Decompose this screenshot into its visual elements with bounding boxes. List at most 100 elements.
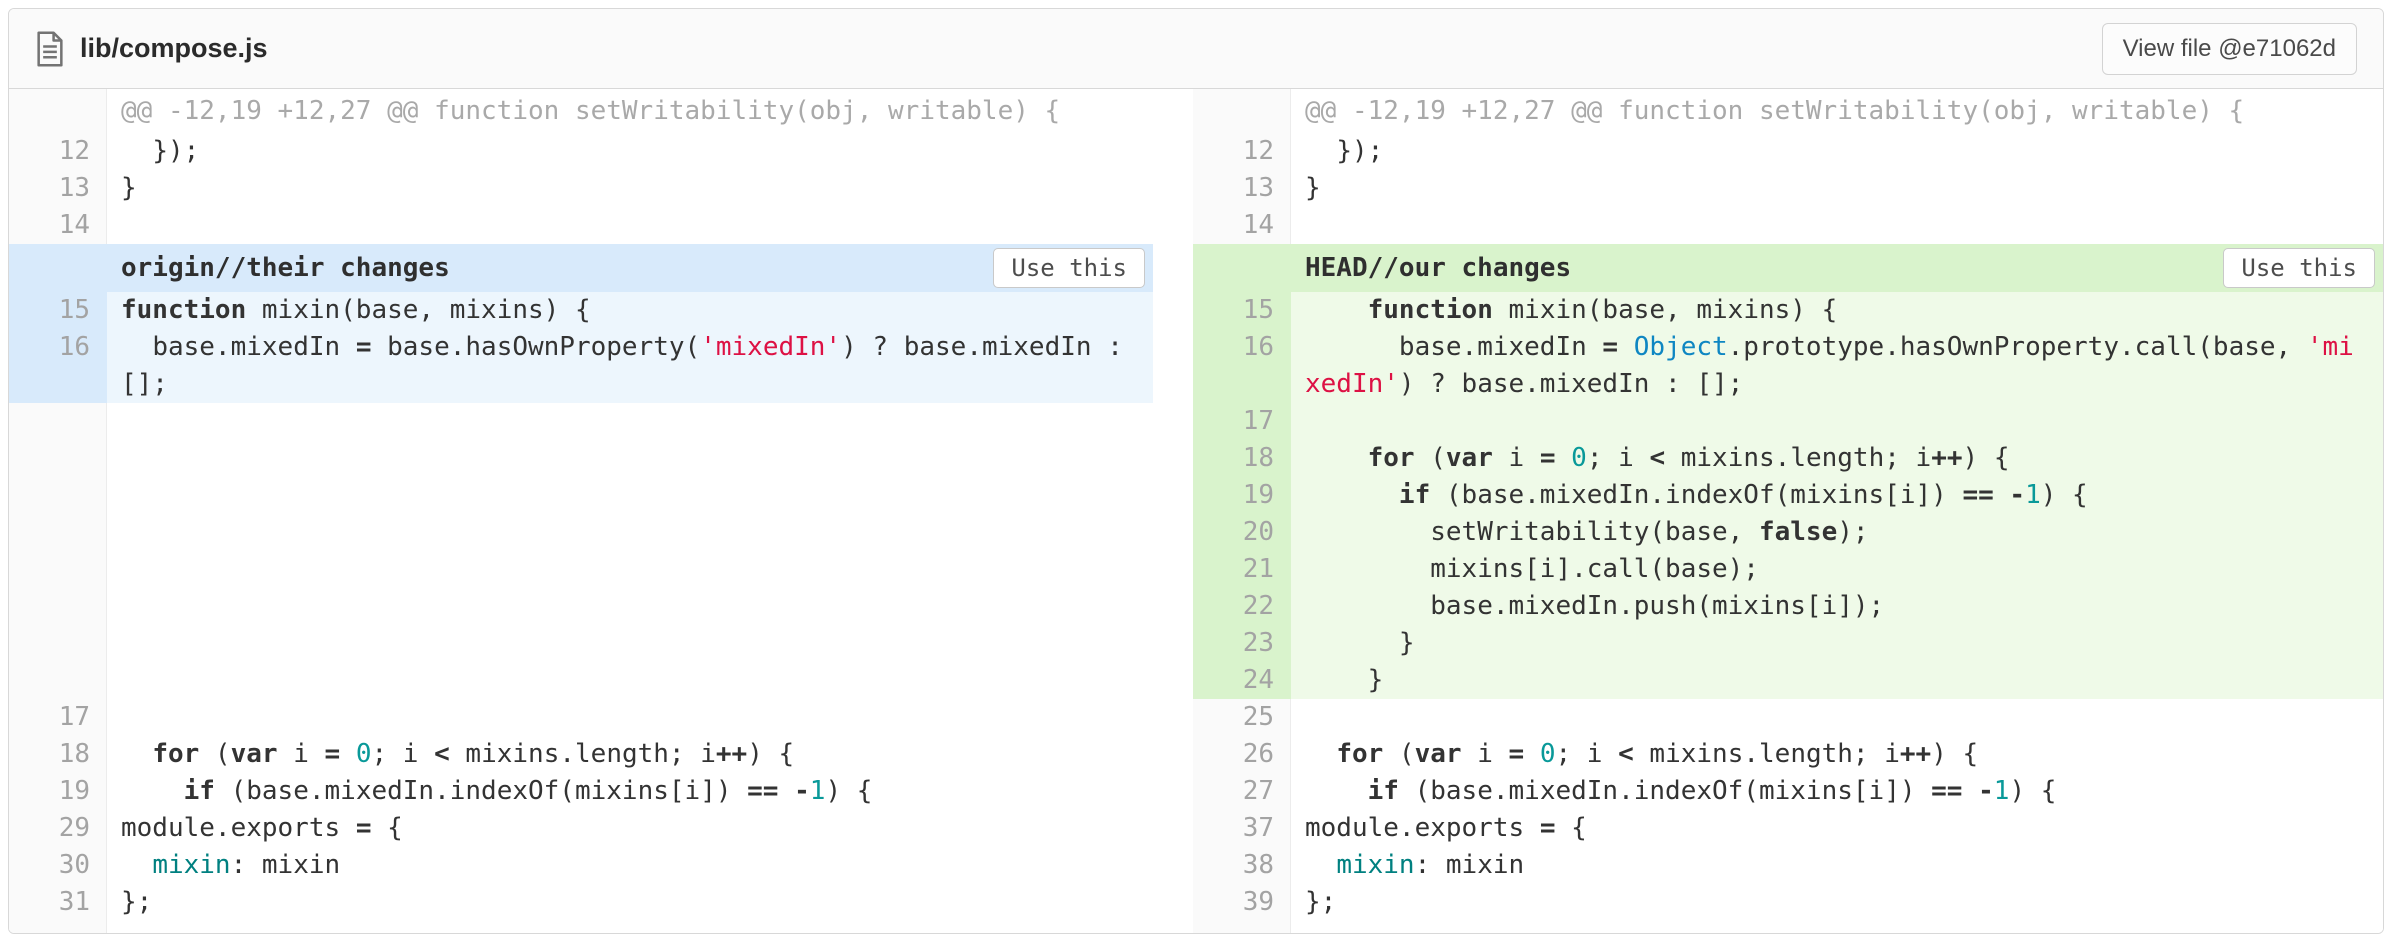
view-file-button[interactable]: View file @e71062d xyxy=(2102,23,2357,75)
line-number: 30 xyxy=(9,847,107,884)
line-number: 25 xyxy=(1193,699,1291,736)
file-path: lib/compose.js xyxy=(80,33,268,64)
diff-row: 14 xyxy=(9,207,1153,244)
diff-right-pane: @@ -12,19 +12,27 @@ function setWritabil… xyxy=(1193,89,2383,933)
line-number xyxy=(9,89,107,133)
line-number: 21 xyxy=(1193,551,1291,588)
line-number: 16 xyxy=(1193,329,1291,403)
diff-row: 26 for (var i = 0; i < mixins.length; i+… xyxy=(1193,736,2383,773)
diff-row: 29module.exports = { xyxy=(9,810,1153,847)
code-line: }); xyxy=(107,133,1153,170)
diff-row: 15function mixin(base, mixins) { xyxy=(9,292,1153,329)
diff-row: 16 base.mixedIn = base.hasOwnProperty('m… xyxy=(9,329,1153,403)
line-number: 16 xyxy=(9,329,107,403)
conflict-header-origin: origin//their changesUse this xyxy=(9,244,1153,292)
diff-row: 18 for (var i = 0; i < mixins.length; i+… xyxy=(9,736,1153,773)
left-use-this-button[interactable]: Use this xyxy=(993,248,1145,288)
diff-row: 15 function mixin(base, mixins) { xyxy=(1193,292,2383,329)
code-line: mixin: mixin xyxy=(1291,847,2383,884)
diff-row: 19 if (base.mixedIn.indexOf(mixins[i]) =… xyxy=(9,773,1153,810)
diff-left-pane: @@ -12,19 +12,27 @@ function setWritabil… xyxy=(9,89,1153,933)
code-line: } xyxy=(1291,170,2383,207)
hunk-header-line: @@ -12,19 +12,27 @@ function setWritabil… xyxy=(1291,89,2383,133)
line-number: 19 xyxy=(1193,477,1291,514)
diff-row: 27 if (base.mixedIn.indexOf(mixins[i]) =… xyxy=(1193,773,2383,810)
line-number: 20 xyxy=(1193,514,1291,551)
diff-row: 18 for (var i = 0; i < mixins.length; i+… xyxy=(1193,440,2383,477)
code-line: module.exports = { xyxy=(1291,810,2383,847)
code-line: mixin: mixin xyxy=(107,847,1153,884)
code-line: }; xyxy=(1291,884,2383,921)
diff-row: 16 base.mixedIn = Object.prototype.hasOw… xyxy=(1193,329,2383,403)
code-line: for (var i = 0; i < mixins.length; i++) … xyxy=(1291,736,2383,773)
diff-row: 12 }); xyxy=(9,133,1153,170)
code-gutter xyxy=(107,921,1153,933)
conflict-header-head: HEAD//our changes Use this xyxy=(1193,244,2383,292)
diff-row: 23 } xyxy=(1193,625,2383,662)
diff-row: 13} xyxy=(9,170,1153,207)
line-number: 31 xyxy=(9,884,107,921)
parallel-conflict-diff: @@ -12,19 +12,27 @@ function setWritabil… xyxy=(9,89,2383,933)
code-line: } xyxy=(1291,662,2383,699)
diff-row: 13} xyxy=(1193,170,2383,207)
line-number: 24 xyxy=(1193,662,1291,699)
file-title-group: lib/compose.js xyxy=(35,31,268,67)
code-line: for (var i = 0; i < mixins.length; i++) … xyxy=(107,736,1153,773)
line-number: 15 xyxy=(9,292,107,329)
line-number: 38 xyxy=(1193,847,1291,884)
code-line: base.mixedIn.push(mixins[i]); xyxy=(1291,588,2383,625)
line-number: 23 xyxy=(1193,625,1291,662)
diff-spacer-row xyxy=(9,403,1153,699)
code-line: function mixin(base, mixins) { xyxy=(107,292,1153,329)
code-line xyxy=(1291,403,2383,440)
diff-row: 17 xyxy=(1193,403,2383,440)
line-number xyxy=(9,403,107,699)
code-line xyxy=(107,207,1153,244)
line-number: 12 xyxy=(1193,133,1291,170)
diff-row: 39}; xyxy=(1193,884,2383,921)
code-gutter xyxy=(1291,921,2383,933)
code-line: base.mixedIn = Object.prototype.hasOwnPr… xyxy=(1291,329,2383,403)
line-number: 15 xyxy=(1193,292,1291,329)
code-line: }; xyxy=(107,884,1153,921)
code-line: module.exports = { xyxy=(107,810,1153,847)
diff-row: 12 }); xyxy=(1193,133,2383,170)
diff-row: 30 mixin: mixin xyxy=(9,847,1153,884)
pane-divider xyxy=(1153,89,1193,933)
diff-row: 20 setWritability(base, false); xyxy=(1193,514,2383,551)
diff-row: 25 xyxy=(1193,699,2383,736)
line-number: 18 xyxy=(1193,440,1291,477)
right-use-this-button[interactable]: Use this xyxy=(2223,248,2375,288)
hunk-header-line: @@ -12,19 +12,27 @@ function setWritabil… xyxy=(107,89,1153,133)
code-line: setWritability(base, false); xyxy=(1291,514,2383,551)
conflict-label: HEAD//our changes xyxy=(1193,253,1571,283)
line-number: 22 xyxy=(1193,588,1291,625)
line-number: 13 xyxy=(9,170,107,207)
diff-row: 19 if (base.mixedIn.indexOf(mixins[i]) =… xyxy=(1193,477,2383,514)
code-line: } xyxy=(1291,625,2383,662)
pane-tail xyxy=(9,921,1153,933)
file-text-icon xyxy=(35,31,65,67)
line-number: 37 xyxy=(1193,810,1291,847)
line-number xyxy=(1193,89,1291,133)
line-number-gutter xyxy=(9,921,107,933)
pane-tail xyxy=(1193,921,2383,933)
line-number: 27 xyxy=(1193,773,1291,810)
line-number: 19 xyxy=(9,773,107,810)
file-header: lib/compose.js View file @e71062d xyxy=(9,9,2383,89)
diff-row: @@ -12,19 +12,27 @@ function setWritabil… xyxy=(1193,89,2383,133)
line-number: 14 xyxy=(9,207,107,244)
line-number: 29 xyxy=(9,810,107,847)
code-line xyxy=(1291,699,2383,736)
line-number: 17 xyxy=(9,699,107,736)
file-diff-card: lib/compose.js View file @e71062d @@ -12… xyxy=(8,8,2384,934)
code-line: base.mixedIn = base.hasOwnProperty('mixe… xyxy=(107,329,1153,403)
code-line: if (base.mixedIn.indexOf(mixins[i]) == -… xyxy=(1291,773,2383,810)
code-line: } xyxy=(107,170,1153,207)
code-line xyxy=(107,403,1153,699)
code-line xyxy=(1291,207,2383,244)
line-number: 13 xyxy=(1193,170,1291,207)
line-number: 17 xyxy=(1193,403,1291,440)
line-number: 14 xyxy=(1193,207,1291,244)
code-line: for (var i = 0; i < mixins.length; i++) … xyxy=(1291,440,2383,477)
